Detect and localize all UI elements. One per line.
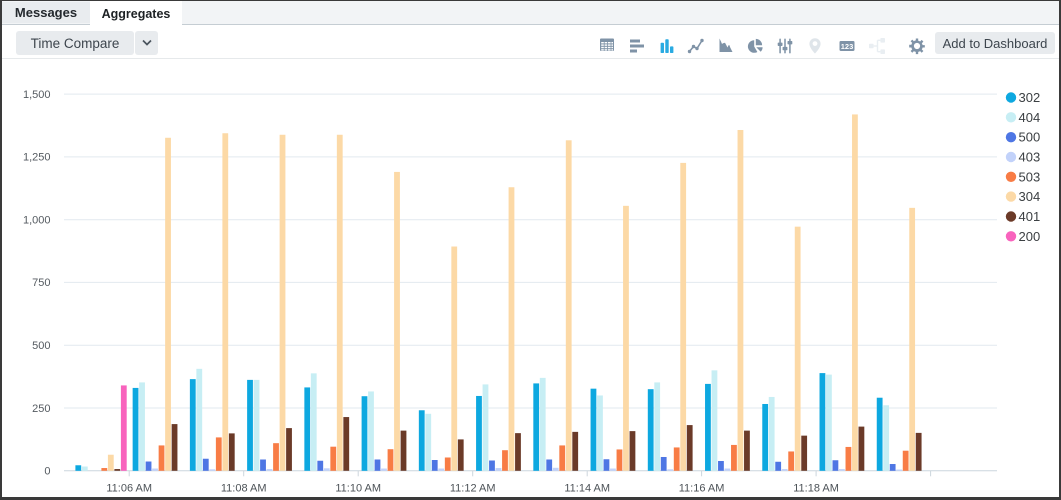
svg-text:1,500: 1,500: [23, 89, 51, 101]
svg-text:200: 200: [1019, 229, 1041, 244]
svg-text:11:12 AM: 11:12 AM: [450, 483, 496, 495]
svg-text:401: 401: [1019, 209, 1041, 224]
svg-text:11:16 AM: 11:16 AM: [679, 483, 725, 495]
svg-text:11:14 AM: 11:14 AM: [564, 483, 610, 495]
svg-text:0: 0: [44, 466, 50, 478]
svg-text:304: 304: [1019, 189, 1041, 204]
svg-text:750: 750: [32, 277, 50, 289]
svg-text:500: 500: [1019, 130, 1041, 145]
svg-text:11:06 AM: 11:06 AM: [106, 483, 152, 495]
svg-text:403: 403: [1019, 150, 1041, 165]
svg-text:503: 503: [1019, 169, 1041, 184]
svg-text:302: 302: [1019, 90, 1041, 105]
svg-text:11:10 AM: 11:10 AM: [335, 483, 381, 495]
svg-text:11:08 AM: 11:08 AM: [221, 483, 267, 495]
svg-text:404: 404: [1019, 110, 1041, 125]
svg-text:1,000: 1,000: [23, 215, 51, 227]
svg-text:250: 250: [32, 403, 50, 415]
svg-text:1,250: 1,250: [23, 152, 51, 164]
svg-text:11:18 AM: 11:18 AM: [793, 483, 839, 495]
svg-text:500: 500: [32, 340, 50, 352]
